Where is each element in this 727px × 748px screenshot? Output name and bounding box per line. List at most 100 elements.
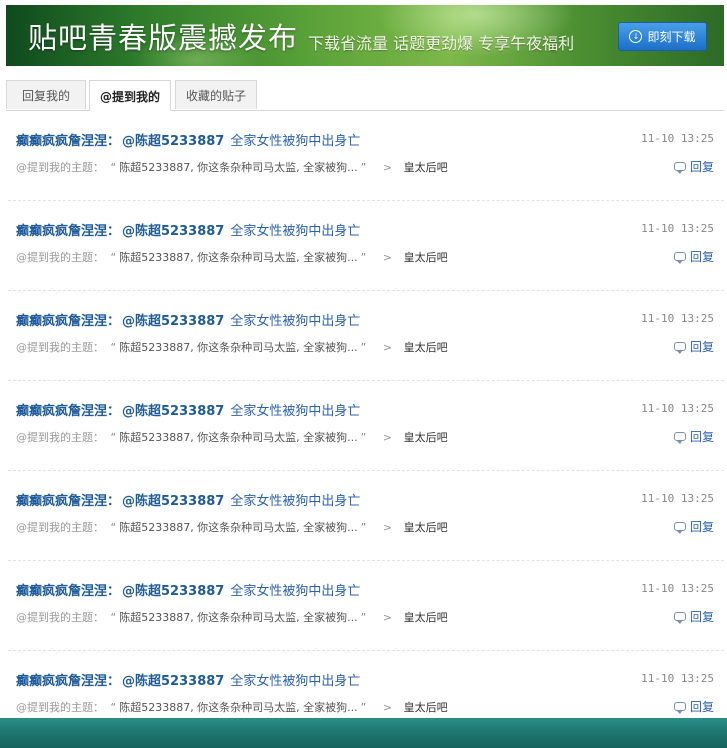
post-title-link[interactable]: 全家女性被狗中出身亡 — [230, 314, 360, 329]
quoted-text[interactable]: “陈超5233887, 你这条杂种司马太监, 全家被狗...” — [108, 611, 370, 624]
quoted-text[interactable]: “陈超5233887, 你这条杂种司马太监, 全家被狗...” — [108, 701, 370, 714]
open-quote: “ — [110, 431, 117, 444]
timestamp: 11-10 13:25 — [641, 402, 714, 415]
list-item: 癫癫疯疯詹涅涅： @陈超5233887 全家女性被狗中出身亡 11-10 13:25… — [8, 111, 724, 201]
close-quote: ” — [360, 341, 367, 354]
reply-button[interactable]: 回复 — [673, 608, 714, 625]
post-title-link[interactable]: 全家女性被狗中出身亡 — [230, 404, 360, 419]
author-name[interactable]: 癫癫疯疯詹涅涅： — [16, 494, 120, 509]
quote-content: 陈超5233887, 你这条杂种司马太监, 全家被狗... — [119, 251, 358, 264]
author-name[interactable]: 癫癫疯疯詹涅涅： — [16, 584, 120, 599]
list-item: 癫癫疯疯詹涅涅： @陈超5233887 全家女性被狗中出身亡 11-10 13:25… — [8, 471, 724, 561]
mention-user[interactable]: @陈超5233887 — [122, 404, 224, 419]
author-name[interactable]: 癫癫疯疯詹涅涅： — [16, 314, 120, 329]
author-name[interactable]: 癫癫疯疯詹涅涅： — [16, 224, 120, 239]
timestamp: 11-10 13:25 — [641, 492, 714, 505]
tab-mentions[interactable]: @提到我的 — [89, 80, 171, 111]
post-title-link[interactable]: 全家女性被狗中出身亡 — [230, 674, 360, 689]
tab-label: @提到我的 — [99, 89, 160, 104]
banner-subtitle: 下载省流量 话题更劲爆 专享午夜福利 — [308, 34, 575, 53]
quoted-text[interactable]: “陈超5233887, 你这条杂种司马太监, 全家被狗...” — [108, 251, 370, 264]
comment-icon — [673, 612, 686, 624]
mention-user[interactable]: @陈超5233887 — [122, 134, 224, 149]
tab-favorites[interactable]: 收藏的贴子 — [175, 80, 257, 109]
quoted-text[interactable]: “陈超5233887, 你这条杂种司马太监, 全家被狗...” — [108, 341, 370, 354]
open-quote: “ — [110, 341, 117, 354]
forum-link[interactable]: 皇太后吧 — [404, 521, 448, 534]
author-name[interactable]: 癫癫疯疯詹涅涅： — [16, 674, 120, 689]
item-context: @提到我的主题： “陈超5233887, 你这条杂种司马太监, 全家被狗...”… — [16, 339, 448, 355]
author-name[interactable]: 癫癫疯疯詹涅涅： — [16, 404, 120, 419]
forum-link[interactable]: 皇太后吧 — [404, 701, 448, 714]
close-quote: ” — [360, 521, 367, 534]
tab-label: 收藏的贴子 — [185, 88, 246, 103]
tab-label: 回复我的 — [21, 88, 70, 103]
mention-user[interactable]: @陈超5233887 — [122, 224, 224, 239]
mention-user[interactable]: @陈超5233887 — [122, 314, 224, 329]
chevron-right-icon: > — [382, 431, 393, 444]
quoted-text[interactable]: “陈超5233887, 你这条杂种司马太监, 全家被狗...” — [108, 521, 370, 534]
comment-icon — [673, 522, 686, 534]
chevron-right-icon: > — [382, 701, 393, 714]
download-label: 即刻下载 — [647, 30, 696, 44]
timestamp: 11-10 13:25 — [641, 312, 714, 325]
context-prefix: @提到我的主题： — [16, 251, 104, 264]
promo-banner[interactable]: 贴吧青春版震撼发布 下载省流量 话题更劲爆 专享午夜福利 ↓ 即刻下载 — [6, 5, 724, 66]
close-quote: ” — [360, 251, 367, 264]
context-prefix: @提到我的主题： — [16, 521, 104, 534]
chevron-right-icon: > — [382, 251, 393, 264]
post-title-link[interactable]: 全家女性被狗中出身亡 — [230, 134, 360, 149]
context-prefix: @提到我的主题： — [16, 341, 104, 354]
forum-link[interactable]: 皇太后吧 — [404, 611, 448, 624]
quote-content: 陈超5233887, 你这条杂种司马太监, 全家被狗... — [119, 161, 358, 174]
reply-button[interactable]: 回复 — [673, 698, 714, 715]
open-quote: “ — [110, 611, 117, 624]
open-quote: “ — [110, 521, 117, 534]
item-headline: 癫癫疯疯詹涅涅： @陈超5233887 全家女性被狗中出身亡 — [16, 400, 360, 419]
timestamp: 11-10 13:25 — [641, 132, 714, 145]
chevron-right-icon: > — [382, 161, 393, 174]
reply-button[interactable]: 回复 — [673, 338, 714, 355]
mention-user[interactable]: @陈超5233887 — [122, 584, 224, 599]
quote-content: 陈超5233887, 你这条杂种司马太监, 全家被狗... — [119, 611, 358, 624]
item-context: @提到我的主题： “陈超5233887, 你这条杂种司马太监, 全家被狗...”… — [16, 249, 448, 265]
quote-content: 陈超5233887, 你这条杂种司马太监, 全家被狗... — [119, 521, 358, 534]
open-quote: “ — [110, 161, 117, 174]
item-context: @提到我的主题： “陈超5233887, 你这条杂种司马太监, 全家被狗...”… — [16, 519, 448, 535]
quoted-text[interactable]: “陈超5233887, 你这条杂种司马太监, 全家被狗...” — [108, 161, 370, 174]
tab-bar: 回复我的 @提到我的 收藏的贴子 — [6, 80, 724, 111]
reply-button[interactable]: 回复 — [673, 428, 714, 445]
item-context: @提到我的主题： “陈超5233887, 你这条杂种司马太监, 全家被狗...”… — [16, 429, 448, 445]
reply-button[interactable]: 回复 — [673, 248, 714, 265]
forum-link[interactable]: 皇太后吧 — [404, 431, 448, 444]
reply-label: 回复 — [689, 520, 714, 534]
close-quote: ” — [360, 431, 367, 444]
item-headline: 癫癫疯疯詹涅涅： @陈超5233887 全家女性被狗中出身亡 — [16, 130, 360, 149]
reply-label: 回复 — [689, 250, 714, 264]
chevron-right-icon: > — [382, 521, 393, 534]
forum-link[interactable]: 皇太后吧 — [404, 161, 448, 174]
post-title-link[interactable]: 全家女性被狗中出身亡 — [230, 584, 360, 599]
mention-user[interactable]: @陈超5233887 — [122, 494, 224, 509]
download-button[interactable]: ↓ 即刻下载 — [618, 22, 707, 51]
reply-label: 回复 — [689, 610, 714, 624]
chevron-right-icon: > — [382, 341, 393, 354]
forum-link[interactable]: 皇太后吧 — [404, 341, 448, 354]
close-quote: ” — [360, 161, 367, 174]
author-name[interactable]: 癫癫疯疯詹涅涅： — [16, 134, 120, 149]
post-title-link[interactable]: 全家女性被狗中出身亡 — [230, 494, 360, 509]
open-quote: “ — [110, 701, 117, 714]
quote-content: 陈超5233887, 你这条杂种司马太监, 全家被狗... — [119, 701, 358, 714]
forum-link[interactable]: 皇太后吧 — [404, 251, 448, 264]
list-item: 癫癫疯疯詹涅涅： @陈超5233887 全家女性被狗中出身亡 11-10 13:25… — [8, 201, 724, 291]
comment-icon — [673, 432, 686, 444]
reply-button[interactable]: 回复 — [673, 158, 714, 175]
tab-replies[interactable]: 回复我的 — [6, 80, 86, 109]
reply-button[interactable]: 回复 — [673, 518, 714, 535]
post-title-link[interactable]: 全家女性被狗中出身亡 — [230, 224, 360, 239]
mention-user[interactable]: @陈超5233887 — [122, 674, 224, 689]
timestamp: 11-10 13:25 — [641, 222, 714, 235]
download-icon: ↓ — [629, 30, 643, 43]
quoted-text[interactable]: “陈超5233887, 你这条杂种司马太监, 全家被狗...” — [108, 431, 370, 444]
timestamp: 11-10 13:25 — [641, 582, 714, 595]
